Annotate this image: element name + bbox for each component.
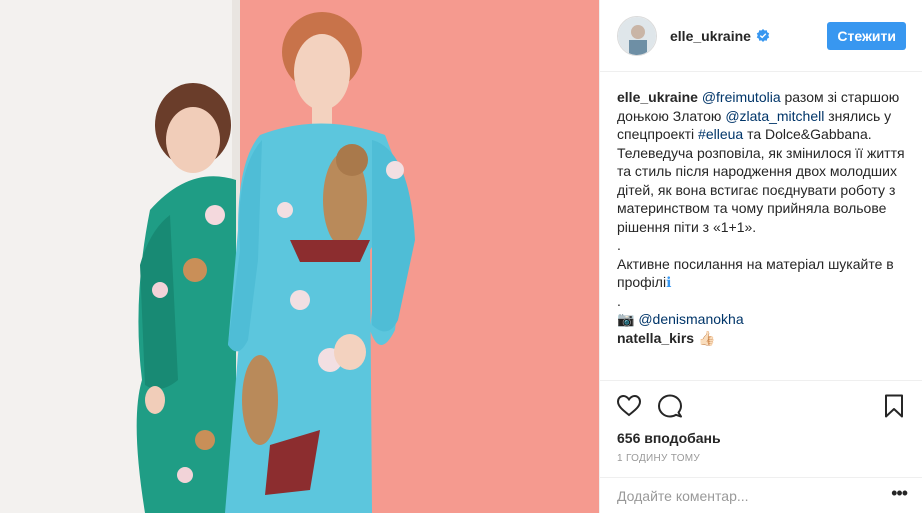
camera-icon: 📷 [617,311,635,327]
caption-hashtag[interactable]: #elleua [698,126,743,142]
likes-count[interactable]: 656 вподобань [617,430,721,446]
caption-mention[interactable]: @zlata_mitchell [725,108,824,124]
avatar[interactable] [617,15,657,56]
post-photo[interactable] [0,0,599,513]
post-timestamp[interactable]: 1 ГОДИНУ ТОМУ [617,453,700,464]
username[interactable]: elle_ukraine [670,28,751,44]
post-caption: elle_ukraine @freimutolia разом зі старш… [617,88,907,329]
comment-username[interactable]: natella_kirs [617,330,694,346]
comment-icon[interactable] [657,393,683,419]
verified-badge-icon [756,28,770,42]
caption-separator: . [617,292,621,309]
comment-text: 👍🏻 [697,330,716,346]
comment-input[interactable] [617,488,867,504]
post-header: elle_ukraine Стежити [600,0,922,72]
caption-text: та Dolce&Gabbana. Телеведуча розповіла, … [617,126,905,235]
comment-item: natella_kirs 👍🏻 [617,330,715,347]
post-image [0,0,599,513]
bookmark-icon[interactable] [881,393,907,419]
follow-button[interactable]: Стежити [827,21,906,50]
caption-author[interactable]: elle_ukraine [617,89,698,105]
caption-separator: . [617,237,621,253]
heart-icon[interactable] [616,393,642,419]
info-emoji: ℹ [666,274,672,290]
post-actions [600,380,922,428]
caption-text: Активне посилання на матеріал шукайте в … [617,255,894,291]
caption-mention[interactable]: @freimutolia [702,89,781,105]
add-comment-bar: ••• [600,477,922,513]
caption-mention[interactable]: @denismanokha [638,311,743,327]
more-options-button[interactable]: ••• [891,484,908,502]
post-sidebar: elle_ukraine Стежити elle_ukraine @freim… [599,0,922,513]
